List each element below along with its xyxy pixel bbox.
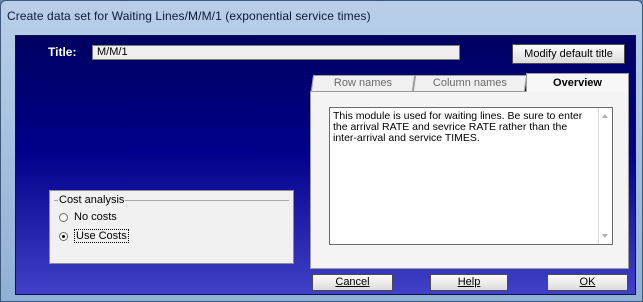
cancel-button[interactable]: Cancel bbox=[312, 274, 393, 291]
scroll-up-icon[interactable] bbox=[602, 114, 608, 118]
ok-button[interactable]: OK bbox=[547, 274, 628, 291]
title-input[interactable]: M/M/1 bbox=[92, 45, 460, 60]
ok-label: OK bbox=[579, 276, 596, 288]
overview-scrollbar[interactable] bbox=[598, 108, 612, 244]
scroll-down-icon[interactable] bbox=[602, 234, 608, 238]
title-label: Title: bbox=[48, 45, 77, 59]
tab-row-names[interactable]: Row names bbox=[310, 75, 416, 91]
help-label: Help bbox=[457, 276, 481, 288]
no-costs-option[interactable]: No costs bbox=[59, 211, 117, 223]
use-costs-option[interactable]: Use Costs bbox=[59, 229, 129, 243]
overview-text: This module is used for waiting lines. B… bbox=[333, 110, 583, 144]
window-title: Create data set for Waiting Lines/M/M/1 … bbox=[7, 9, 371, 23]
dialog-client-area: Title: M/M/1 Modify default title Row na… bbox=[15, 35, 636, 295]
tab-row-names-label: Row names bbox=[333, 77, 392, 89]
overview-textarea[interactable]: This module is used for waiting lines. B… bbox=[329, 107, 613, 245]
no-costs-label: No costs bbox=[74, 211, 117, 223]
dialog-window: Create data set for Waiting Lines/M/M/1 … bbox=[0, 0, 643, 302]
tab-column-names[interactable]: Column names bbox=[412, 75, 528, 91]
cancel-label: Cancel bbox=[335, 276, 370, 288]
no-costs-radio[interactable] bbox=[59, 212, 68, 222]
tab-overview[interactable]: Overview bbox=[526, 73, 629, 92]
modify-default-title-button[interactable]: Modify default title bbox=[512, 44, 625, 64]
tab-control: Row names Column names Overview This mod… bbox=[310, 73, 629, 269]
cost-analysis-legend: Cost analysis bbox=[58, 194, 126, 206]
help-button[interactable]: Help bbox=[430, 274, 508, 291]
title-bar[interactable]: Create data set for Waiting Lines/M/M/1 … bbox=[7, 5, 636, 27]
overview-panel: This module is used for waiting lines. B… bbox=[310, 91, 629, 269]
use-costs-radio[interactable] bbox=[59, 231, 68, 241]
cost-analysis-group: Cost analysis No costs Use Costs bbox=[49, 190, 294, 264]
use-costs-label: Use Costs bbox=[74, 229, 129, 243]
tab-column-names-label: Column names bbox=[432, 77, 507, 89]
tab-strip: Row names Column names Overview bbox=[310, 73, 629, 92]
